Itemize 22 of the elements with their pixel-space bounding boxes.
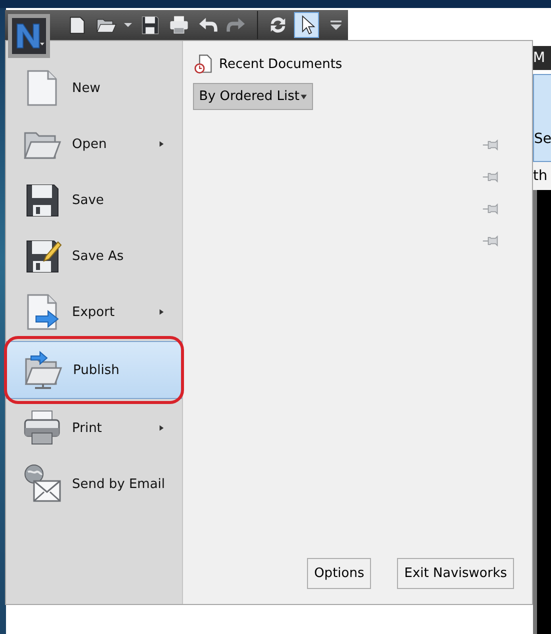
- printer-icon: [168, 14, 190, 36]
- menu-item[interactable]: Send by Email: [6, 456, 182, 512]
- caret-icon: [124, 23, 132, 27]
- sort-dropdown[interactable]: By Ordered List: [193, 83, 313, 110]
- menu-item[interactable]: Export: [6, 284, 182, 340]
- section-title: Recent Documents: [219, 56, 342, 72]
- header-text: M: [533, 46, 551, 70]
- cursor-button[interactable]: [294, 12, 320, 38]
- menu-button[interactable]: Exit Navisworks: [397, 558, 514, 589]
- tab-text: th: [533, 162, 551, 190]
- application-button[interactable]: [8, 14, 50, 58]
- email-icon: [22, 464, 62, 504]
- menu-item[interactable]: Open: [6, 116, 182, 172]
- menu-item[interactable]: Print: [6, 400, 182, 456]
- publish-icon: [23, 350, 63, 390]
- ribbon-button[interactable]: Se: [533, 74, 551, 162]
- menu-button[interactable]: Options: [307, 558, 372, 589]
- menu-item[interactable]: Save: [6, 172, 182, 228]
- menu-item[interactable]: New: [6, 60, 182, 116]
- menu-item[interactable]: Save As: [6, 228, 182, 284]
- save-icon: [139, 14, 162, 36]
- caret-icon: [300, 92, 307, 100]
